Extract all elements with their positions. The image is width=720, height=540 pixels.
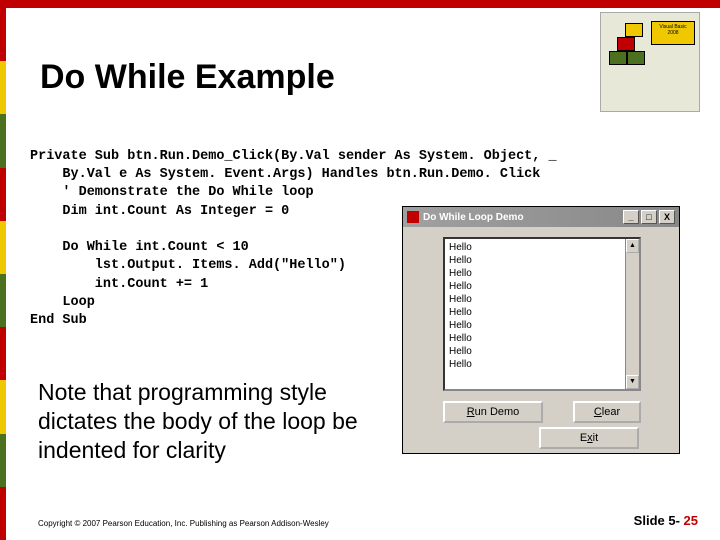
slide-number: Slide 5- 25 — [634, 513, 698, 528]
list-item: Hello — [449, 293, 635, 306]
scrollbar[interactable]: ▲ ▼ — [625, 239, 639, 389]
list-item: Hello — [449, 241, 635, 254]
clear-button[interactable]: Clear — [573, 401, 641, 423]
top-bar — [0, 0, 720, 8]
clear-label: lear — [602, 406, 620, 418]
list-item: Hello — [449, 358, 635, 371]
window-titlebar[interactable]: Do While Loop Demo _ □ X — [403, 207, 679, 227]
list-item: Hello — [449, 254, 635, 267]
run-label: un Demo — [475, 406, 520, 418]
note-text: Note that programming style dictates the… — [38, 378, 398, 464]
exit-label: it — [593, 432, 599, 444]
list-item: Hello — [449, 267, 635, 280]
list-item: Hello — [449, 332, 635, 345]
list-item: Hello — [449, 319, 635, 332]
close-button[interactable]: X — [659, 210, 675, 224]
run-demo-button[interactable]: Run Demo — [443, 401, 543, 423]
window-title: Do While Loop Demo — [423, 212, 524, 223]
scroll-up-icon[interactable]: ▲ — [626, 239, 639, 253]
left-stripe — [0, 8, 6, 540]
exit-button[interactable]: Exit — [539, 427, 639, 449]
list-item: Hello — [449, 306, 635, 319]
book-cover-logo: Visual Basic2008 — [600, 12, 700, 112]
app-icon — [407, 211, 419, 223]
maximize-button[interactable]: □ — [641, 210, 657, 224]
output-listbox[interactable]: Hello Hello Hello Hello Hello Hello Hell… — [443, 237, 641, 391]
list-item: Hello — [449, 280, 635, 293]
scroll-down-icon[interactable]: ▼ — [626, 375, 639, 389]
list-item: Hello — [449, 345, 635, 358]
slide-title: Do While Example — [40, 58, 335, 97]
demo-window: Do While Loop Demo _ □ X Hello Hello Hel… — [402, 206, 680, 454]
minimize-button[interactable]: _ — [623, 210, 639, 224]
copyright-text: Copyright © 2007 Pearson Education, Inc.… — [38, 519, 329, 528]
